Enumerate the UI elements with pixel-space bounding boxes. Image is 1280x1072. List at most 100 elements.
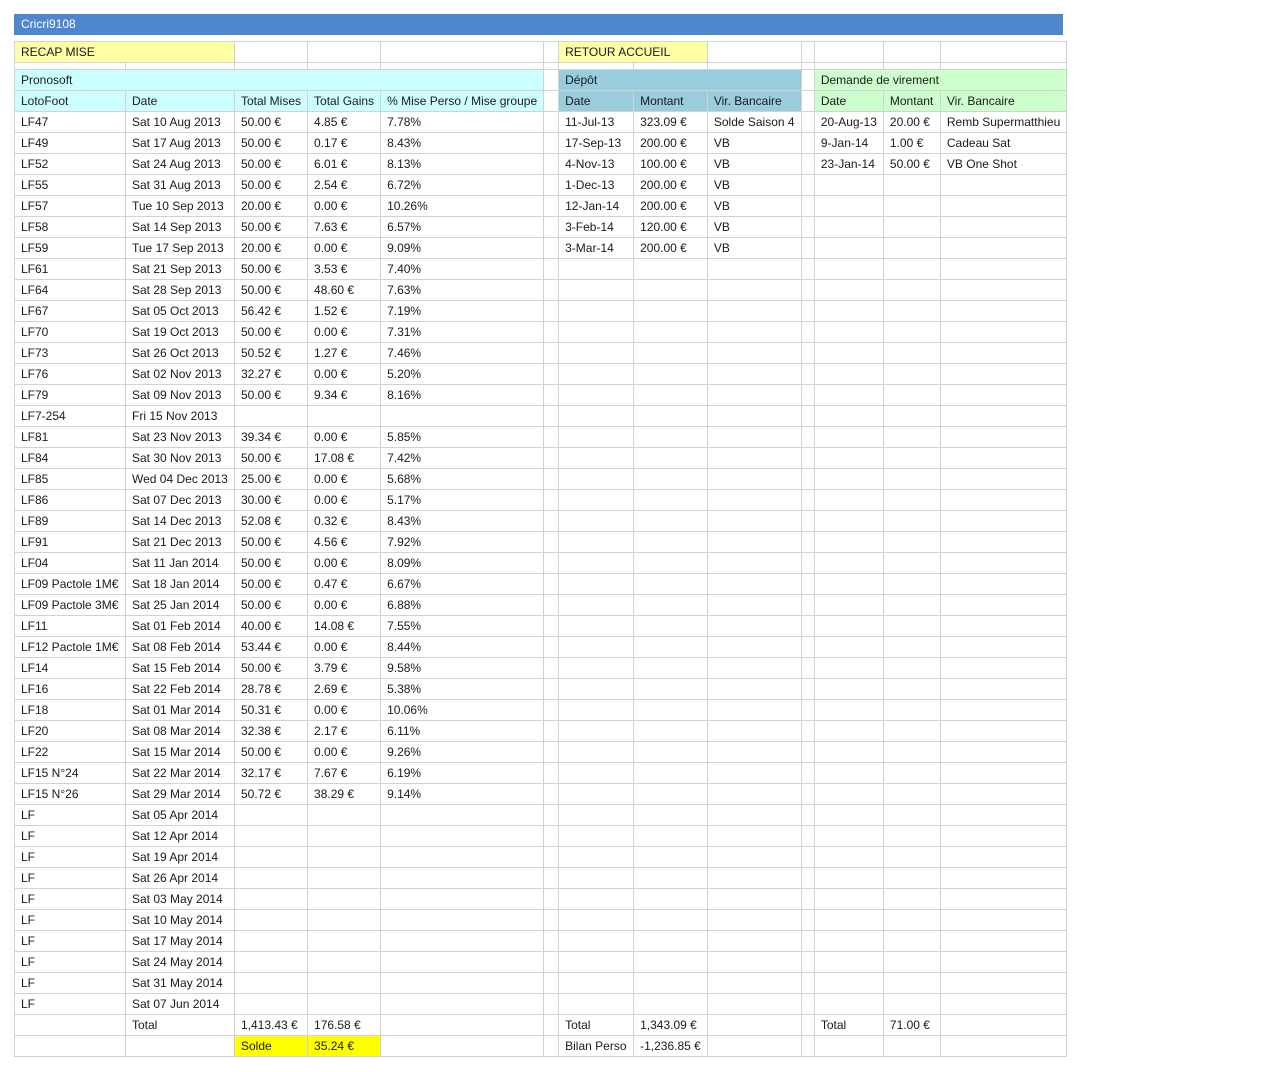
retour-accueil-button[interactable]: RETOUR ACCUEIL (558, 41, 708, 63)
grid-body: RECAP MISE RETOUR ACCUEIL Pronosoft Dépô… (13, 41, 1068, 112)
depot-cell-montant: 200.00 € (633, 237, 708, 259)
depot-cell-vir (706, 300, 802, 322)
cell-lotofoot: LF (14, 825, 126, 847)
cell-total-mises: 20.00 € (233, 195, 309, 217)
empty-cell (800, 258, 815, 280)
table-row: LF59 Tue 17 Sep 2013 20.00 €0.00 €9.09% 3-M… (14, 237, 1068, 259)
empty-cell (800, 615, 815, 637)
virement-cell-date (813, 804, 884, 826)
empty-cell (543, 615, 560, 637)
virement-cell-date: 23-Jan-14 (813, 153, 884, 175)
depot-cell-montant: 200.00 € (633, 132, 708, 154)
virement-header-vir: Vir. Bancaire (939, 90, 1068, 112)
cell-pct-mise: 6.11% (380, 720, 545, 742)
empty-cell (543, 62, 560, 70)
virement-cell-vir (939, 321, 1068, 343)
empty-cell (543, 195, 560, 217)
depot-cell-date (558, 384, 635, 406)
virement-cell-date (813, 552, 884, 574)
virement-cell-montant (882, 594, 941, 616)
depot-cell-vir (706, 867, 802, 889)
cell-total-mises (233, 909, 309, 931)
cell-total-gains: 1.27 € (307, 342, 382, 364)
virement-cell-date (813, 279, 884, 301)
virement-cell-montant: 50.00 € (882, 153, 941, 175)
virement-cell-date (813, 720, 884, 742)
virement-cell-vir (939, 804, 1068, 826)
depot-cell-date (558, 783, 635, 805)
table-row: LF55 Sat 31 Aug 2013 50.00 €2.54 €6.72% 1-D… (14, 174, 1068, 196)
empty-cell (706, 1035, 802, 1057)
empty-cell (543, 783, 560, 805)
empty-cell (125, 1035, 235, 1057)
empty-cell (800, 741, 815, 763)
empty-cell (543, 804, 560, 826)
virement-cell-vir (939, 342, 1068, 364)
depot-cell-date: 12-Jan-14 (558, 195, 635, 217)
virement-cell-date (813, 867, 884, 889)
virement-cell-montant (882, 615, 941, 637)
virement-cell-montant (882, 804, 941, 826)
cell-total-mises: 50.00 € (233, 447, 309, 469)
empty-cell (939, 62, 1068, 70)
empty-cell (800, 237, 815, 259)
cell-date: Sat 19 Oct 2013 (125, 321, 235, 343)
virement-cell-montant (882, 342, 941, 364)
depot-cell-date (558, 846, 635, 868)
virement-cell-date (813, 615, 884, 637)
depot-total-value: 1,343.09 € (633, 1014, 708, 1036)
cell-date: Sat 26 Apr 2014 (125, 867, 235, 889)
pronosoft-total-label: Total (125, 1014, 235, 1036)
recap-mise-button[interactable]: RECAP MISE (14, 41, 235, 63)
cell-pct-mise: 7.31% (380, 321, 545, 343)
virement-cell-montant (882, 195, 941, 217)
empty-cell (14, 1035, 126, 1057)
virement-cell-montant (882, 174, 941, 196)
cell-total-mises: 50.00 € (233, 258, 309, 280)
virement-cell-vir (939, 258, 1068, 280)
depot-cell-date (558, 720, 635, 742)
empty-cell (800, 993, 815, 1015)
cell-total-mises: 28.78 € (233, 678, 309, 700)
empty-cell (543, 237, 560, 259)
depot-cell-montant (633, 930, 708, 952)
empty-cell (800, 426, 815, 448)
virement-cell-vir (939, 237, 1068, 259)
depot-cell-montant (633, 909, 708, 931)
cell-lotofoot: LF91 (14, 531, 126, 553)
cell-lotofoot: LF (14, 888, 126, 910)
depot-cell-vir (706, 489, 802, 511)
depot-cell-vir (706, 615, 802, 637)
cell-date: Sat 21 Sep 2013 (125, 258, 235, 280)
depot-cell-montant (633, 783, 708, 805)
cell-lotofoot: LF22 (14, 741, 126, 763)
empty-cell (543, 510, 560, 532)
cell-date: Sat 30 Nov 2013 (125, 447, 235, 469)
empty-cell (543, 531, 560, 553)
cell-date: Sat 03 May 2014 (125, 888, 235, 910)
depot-cell-vir (706, 321, 802, 343)
table-row: LF15 N°26 Sat 29 Mar 2014 50.72 €38.29 €9.… (14, 783, 1068, 805)
cell-date: Sat 08 Feb 2014 (125, 636, 235, 658)
table-row: LF22 Sat 15 Mar 2014 50.00 €0.00 €9.26% (14, 741, 1068, 763)
cell-pct-mise: 7.55% (380, 615, 545, 637)
virement-cell-montant (882, 489, 941, 511)
empty-cell (800, 972, 815, 994)
depot-cell-vir (706, 573, 802, 595)
empty-cell (307, 62, 382, 70)
table-row: LF7-254 Fri 15 Nov 2013 (14, 405, 1068, 427)
cell-lotofoot: LF76 (14, 363, 126, 385)
virement-cell-date (813, 657, 884, 679)
cell-total-gains: 1.52 € (307, 300, 382, 322)
empty-cell (543, 384, 560, 406)
cell-total-mises: 32.27 € (233, 363, 309, 385)
cell-lotofoot: LF18 (14, 699, 126, 721)
header-row: LotoFoot Date Total Mises Total Gains % … (14, 90, 1068, 112)
cell-lotofoot: LF81 (14, 426, 126, 448)
empty-cell (800, 552, 815, 574)
depot-cell-vir (706, 804, 802, 826)
pronosoft-total-gains: 176.58 € (307, 1014, 382, 1036)
virement-cell-vir (939, 972, 1068, 994)
cell-date: Sat 17 Aug 2013 (125, 132, 235, 154)
cell-total-gains: 0.47 € (307, 573, 382, 595)
